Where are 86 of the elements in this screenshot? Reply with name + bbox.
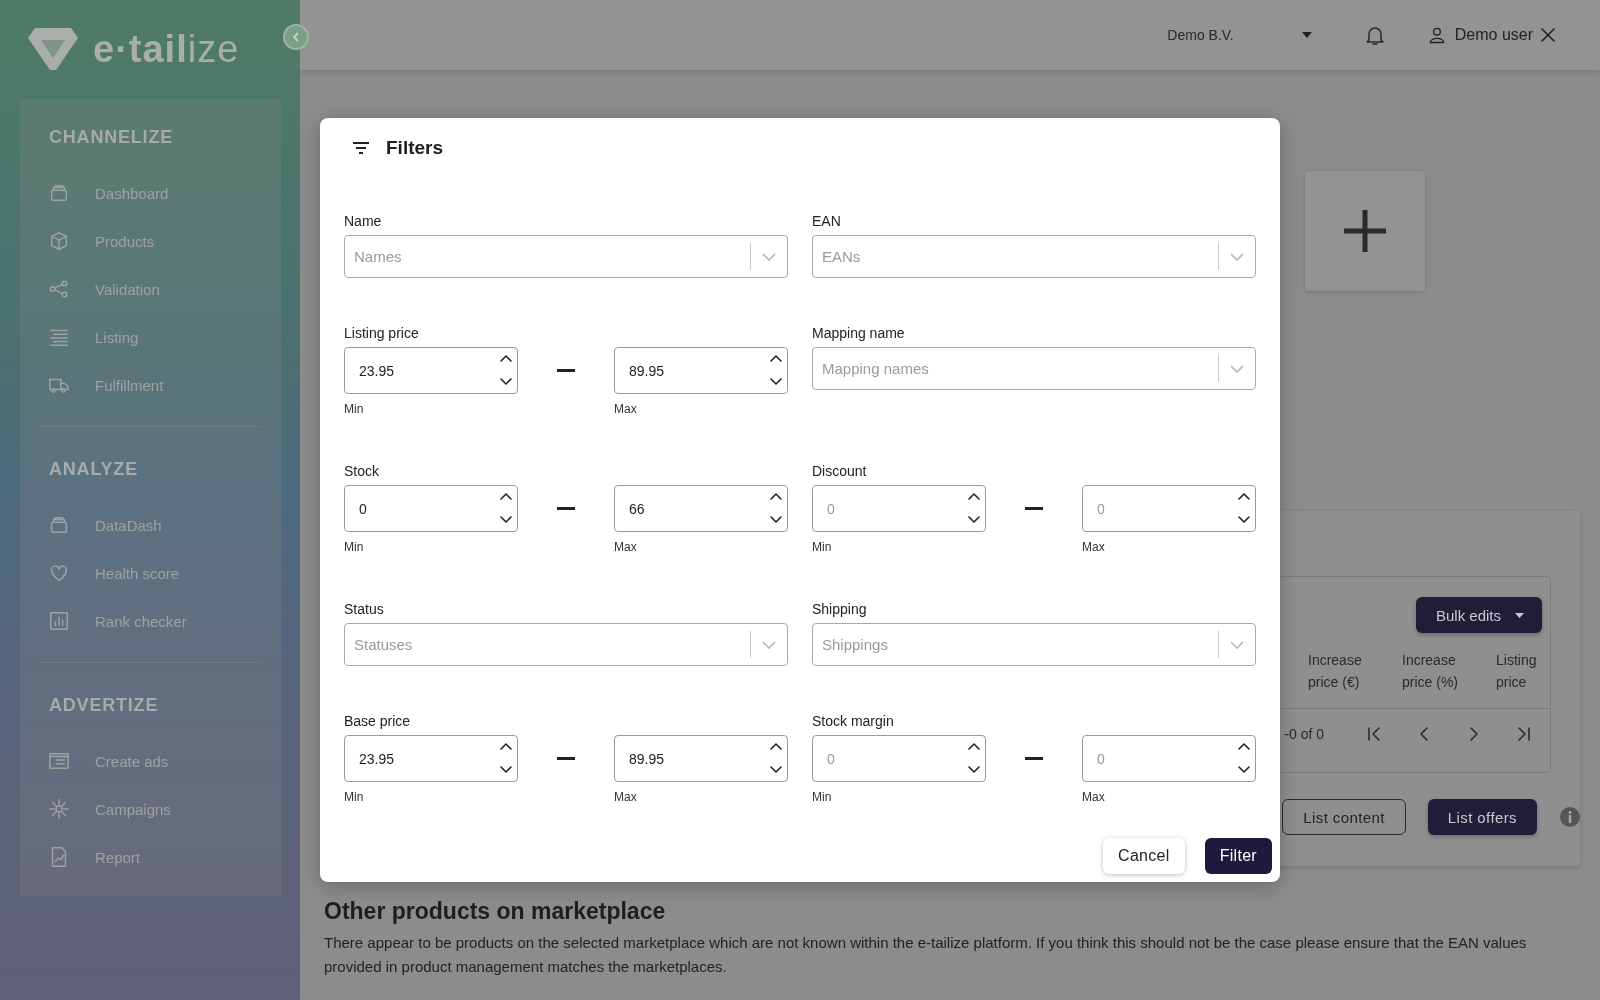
list-offers-button[interactable]: List offers [1427,799,1537,835]
max-hint: Max [614,540,638,554]
section-title: CHANNELIZE [48,126,174,149]
field-label: Listing price [344,325,420,340]
number-field[interactable]: 23.95 [344,735,518,782]
filter-icon [352,141,370,155]
close-icon[interactable] [1541,28,1555,42]
column-header: Increase price (%) [1402,650,1459,692]
caret-icon [1301,32,1312,38]
max-hint: Max [1082,790,1106,804]
section-heading: Other products on marketplace [324,898,667,925]
range-dash [557,757,575,760]
bulk-edits-button[interactable]: Bulk edits [1415,597,1542,633]
max-hint: Max [614,790,638,804]
window-icon [48,750,70,772]
dropdown-field[interactable]: Statuses [344,623,788,666]
share-icon [48,278,70,300]
spinner-icon[interactable] [499,741,513,775]
dropdown-field[interactable]: EANs [812,235,1256,278]
field-label: Shipping [812,601,868,616]
filter-button[interactable]: Filter [1204,838,1272,874]
min-hint: Min [344,540,365,554]
field-label: Mapping name [812,325,906,340]
number-field[interactable]: 89.95 [614,735,788,782]
range-dash [557,369,575,372]
column-header: Listing price [1496,650,1538,692]
caret-icon [1515,612,1524,618]
max-hint: Max [614,402,638,416]
spinner-icon[interactable] [769,491,783,525]
number-field[interactable]: 0 [812,485,986,532]
dialog-title: Filters [386,137,444,159]
column-header: Increase price (€) [1308,650,1363,692]
spinner-icon[interactable] [769,741,783,775]
max-hint: Max [1082,540,1106,554]
tray-icon [48,514,70,536]
range-dash [1025,507,1043,510]
min-hint: Min [812,790,833,804]
cube-icon [48,230,70,252]
min-hint: Min [812,540,833,554]
number-field[interactable]: 0 [1082,735,1256,782]
spinner-icon[interactable] [499,353,513,387]
tray-icon [48,182,70,204]
cancel-button[interactable]: Cancel [1103,838,1185,874]
number-field[interactable]: 23.95 [344,347,518,394]
list-content-button[interactable]: List content [1282,799,1406,835]
info-icon[interactable] [1559,806,1581,828]
range-dash [1025,757,1043,760]
collapse-button[interactable] [283,24,309,50]
dropdown-field[interactable]: Mapping names [812,347,1256,390]
section-description: There appear to be products on the selected marketplace which are not known within the e-tailize platform. If you think this should not be the case please ensure that the EAN values provided in product management matches the marketplaces. [324,933,1528,977]
number-field[interactable]: 0 [1082,485,1256,532]
spinner-icon[interactable] [967,741,981,775]
company-dropdown[interactable]: Demo B.V. [1161,26,1318,44]
min-hint: Min [344,790,365,804]
number-field[interactable]: 89.95 [614,347,788,394]
dropdown-field[interactable]: Names [344,235,788,278]
number-field[interactable]: 0 [812,735,986,782]
plus-icon [1342,208,1388,254]
hub-icon [48,798,70,820]
spinner-icon[interactable] [967,491,981,525]
dropdown-field[interactable]: Shippings [812,623,1256,666]
logo-icon [27,26,79,72]
spinner-icon[interactable] [1237,491,1251,525]
section-title: ADVERTIZE [48,694,160,717]
number-field[interactable]: 66 [614,485,788,532]
field-label: EAN [812,213,842,228]
field-label: Stock margin [812,713,895,728]
field-label: Stock [344,463,380,478]
user-name: Demo user [1454,26,1533,44]
field-label: Discount [812,463,868,478]
add-card[interactable] [1305,171,1425,291]
bar-chart-icon [48,610,70,632]
spinner-icon[interactable] [1237,741,1251,775]
field-label: Base price [344,713,412,728]
field-label: Status [344,601,385,616]
range-dash [557,507,575,510]
field-label: Name [344,213,383,228]
spinner-icon[interactable] [769,353,783,387]
logo-text: e·tailize [93,27,240,71]
heart-icon [48,562,70,584]
min-hint: Min [344,402,365,416]
chevron-left-icon [290,31,302,43]
section-title: ANALYZE [48,458,139,481]
pagination-text: -0 of 0 [1284,726,1324,742]
number-field[interactable]: 0 [344,485,518,532]
spinner-icon[interactable] [499,491,513,525]
